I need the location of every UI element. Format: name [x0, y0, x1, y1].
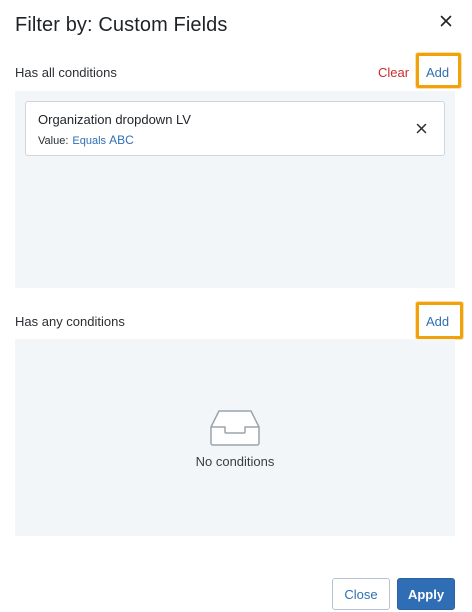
empty-state-text: No conditions [195, 454, 275, 469]
clear-all-conditions-link[interactable]: Clear [378, 65, 409, 80]
add-any-condition-highlight [416, 302, 463, 339]
close-icon [416, 123, 426, 133]
condition-operator: Equals [72, 135, 107, 147]
empty-state: No conditions [15, 409, 455, 469]
condition-card: Organization dropdown LV Value: Equals AB… [25, 101, 445, 156]
condition-value: ABC [109, 133, 134, 147]
close-icon [440, 15, 452, 27]
apply-button[interactable]: Apply [397, 578, 455, 610]
close-button[interactable]: Close [332, 578, 390, 610]
all-conditions-label: Has all conditions [15, 65, 117, 80]
any-conditions-label: Has any conditions [15, 314, 125, 329]
condition-value-line: Value: Equals ABC [38, 133, 134, 147]
condition-value-label: Value: [38, 135, 69, 147]
all-conditions-panel: Organization dropdown LV Value: Equals AB… [15, 91, 455, 288]
dialog-title: Filter by: Custom Fields [15, 14, 228, 36]
any-conditions-panel: No conditions [15, 339, 455, 536]
condition-title: Organization dropdown LV [38, 112, 191, 127]
inbox-tray-icon [210, 410, 260, 446]
add-all-condition-highlight [416, 53, 461, 88]
dialog-close-icon[interactable] [438, 13, 454, 29]
remove-condition-button[interactable] [414, 121, 428, 135]
